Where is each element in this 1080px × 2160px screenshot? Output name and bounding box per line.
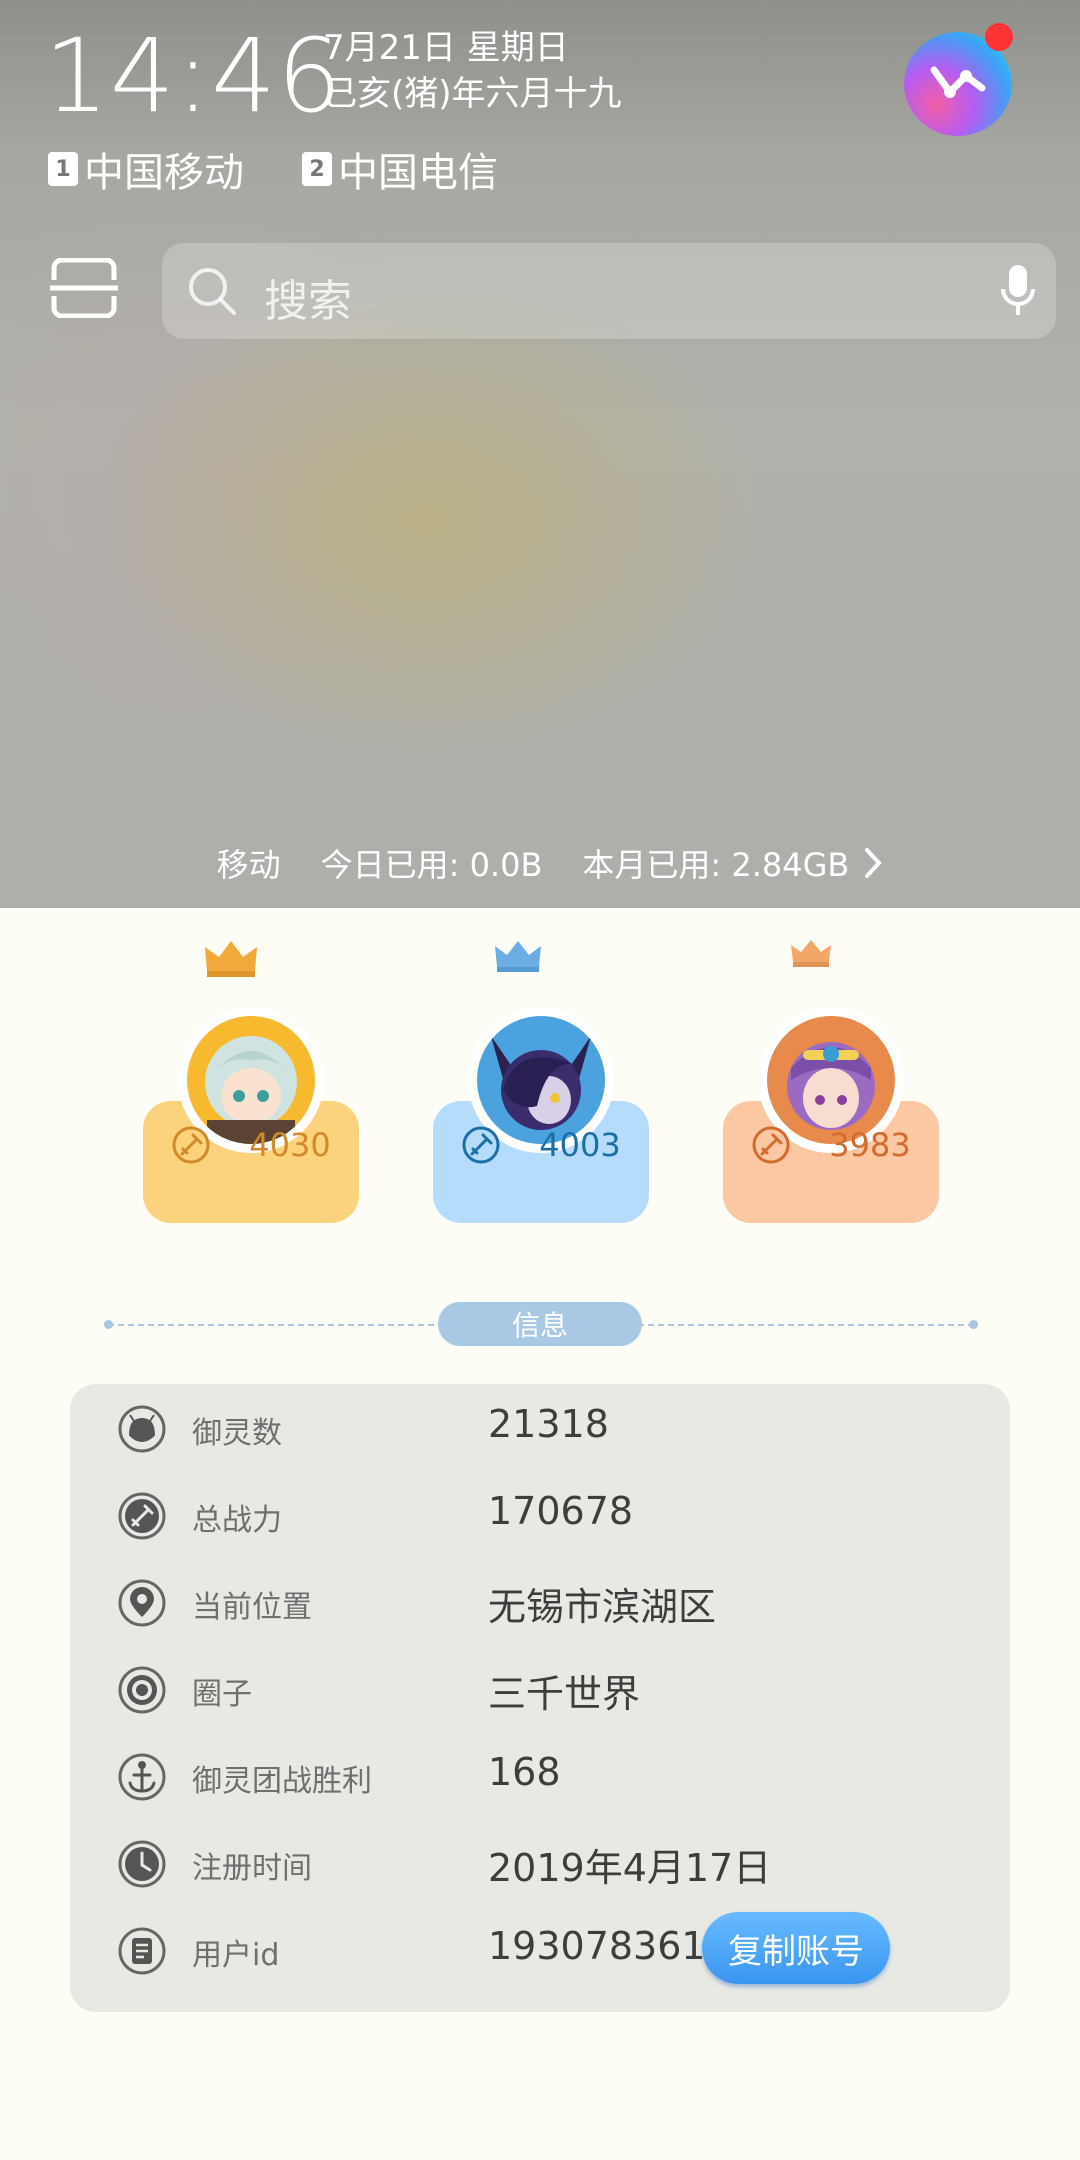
info-row-circle: 圈子 三千世界 [70, 1645, 1010, 1732]
section-title: 信息 [438, 1302, 642, 1346]
notification-dot [985, 23, 1013, 51]
sword-badge-icon [752, 1126, 790, 1164]
data-usage-carrier: 移动 [216, 846, 281, 884]
search-input[interactable]: 搜索 [162, 243, 1056, 339]
rank-score: 3983 [723, 1125, 939, 1165]
info-row-total-power: 总战力 170678 [70, 1471, 1010, 1558]
sword-icon [118, 1492, 166, 1540]
crown-gold-icon [205, 941, 257, 977]
anchor-icon [118, 1753, 166, 1801]
spirit-icon [118, 1405, 166, 1453]
circle-target-icon [118, 1666, 166, 1714]
sim-1-icon: 1 [48, 152, 78, 186]
info-row-team-wins: 御灵团战胜利 168 [70, 1732, 1010, 1819]
rank-score: 4003 [433, 1125, 649, 1165]
info-row-location: 当前位置 无锡市滨湖区 [70, 1558, 1010, 1645]
location-pin-icon [118, 1579, 166, 1627]
data-usage-bar[interactable]: 移动 今日已用: 0.0B 本月已用: 2.84GB [0, 840, 1080, 886]
carrier-2-name: 中国电信 [338, 150, 498, 196]
info-row-spirit-count: 御灵数 21318 [70, 1384, 1010, 1471]
crown-bronze-icon [791, 940, 831, 967]
search-icon [189, 268, 236, 315]
rank-second[interactable]: 4003 [433, 935, 649, 1225]
clock-icon [118, 1840, 166, 1888]
scan-icon[interactable] [50, 257, 118, 319]
rank-first[interactable]: 4030 [143, 935, 359, 1225]
data-usage-month: 本月已用: 2.84GB [582, 846, 850, 884]
chevron-right-icon [865, 848, 883, 878]
sword-badge-icon [462, 1126, 500, 1164]
clock: 14:46 [44, 17, 343, 136]
rank-score: 4030 [143, 1125, 359, 1165]
carrier-1-name: 中国移动 [84, 150, 244, 196]
notification-shade: 14:46 7月21日 星期日 己亥(猪)年六月十九 1 中国移动 2 中国电信… [0, 0, 1080, 908]
date: 7月21日 星期日 [323, 28, 569, 68]
microphone-icon[interactable] [1000, 263, 1036, 319]
copy-account-button[interactable]: 复制账号 [702, 1912, 890, 1984]
sim-2-icon: 2 [302, 152, 332, 186]
carrier-1: 1 中国移动 [48, 140, 244, 198]
search-placeholder: 搜索 [264, 276, 352, 327]
data-usage-today: 今日已用: 0.0B [320, 846, 543, 884]
crown-silver-icon [495, 941, 541, 972]
rank-third[interactable]: 3983 [723, 935, 939, 1225]
sword-badge-icon [172, 1126, 210, 1164]
lunar-date: 己亥(猪)年六月十九 [323, 74, 622, 114]
id-card-icon [118, 1927, 166, 1975]
info-row-register-time: 注册时间 2019年4月17日 [70, 1819, 1010, 1906]
carrier-2: 2 中国电信 [302, 140, 498, 198]
